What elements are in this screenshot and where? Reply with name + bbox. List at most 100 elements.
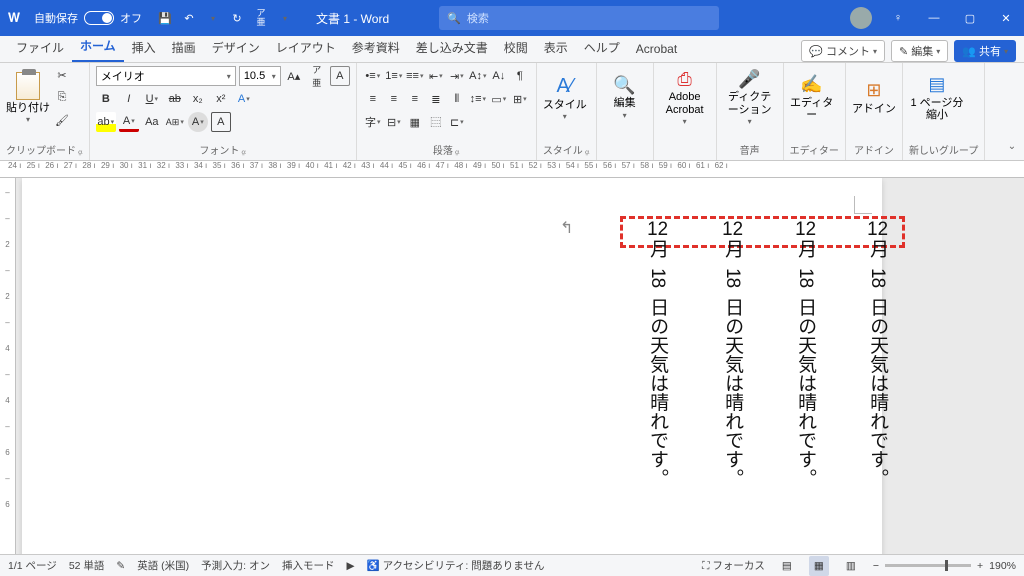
- multilevel-icon[interactable]: ≡≡: [405, 66, 425, 86]
- redo-icon[interactable]: ↻: [228, 9, 246, 27]
- search-box[interactable]: 🔍 検索: [439, 6, 719, 30]
- tab-review[interactable]: 校閲: [496, 33, 536, 62]
- undo-icon[interactable]: ↶: [180, 9, 198, 27]
- status-mode[interactable]: 挿入モード: [282, 558, 335, 573]
- tab-home[interactable]: ホーム: [72, 31, 124, 62]
- char-scale-icon[interactable]: ⊏: [447, 112, 467, 132]
- status-macro-icon[interactable]: ▶: [347, 560, 355, 572]
- close-button[interactable]: ✕: [988, 0, 1024, 36]
- editor-button[interactable]: ✍ エディター: [790, 66, 834, 130]
- shading-icon[interactable]: ▭: [489, 89, 509, 109]
- tab-view[interactable]: 表示: [536, 33, 576, 62]
- zoom-out-icon[interactable]: −: [873, 560, 879, 572]
- vertical-text-icon[interactable]: ⊟: [384, 112, 404, 132]
- status-spellcheck-icon[interactable]: ✎: [116, 560, 125, 572]
- format-painter-icon[interactable]: 🖌: [52, 111, 72, 130]
- zoom-in-icon[interactable]: +: [977, 560, 983, 572]
- copy-icon[interactable]: ⎘: [52, 88, 72, 107]
- horizontal-ruler[interactable]: 24 ı25 ı26 ı27 ı28 ı29 ı30 ı31 ı32 ı33 ı…: [0, 161, 1024, 178]
- text-effects-icon[interactable]: A: [234, 89, 254, 109]
- editing-button[interactable]: 🔍 編集▾: [603, 66, 647, 130]
- borders-icon[interactable]: ⊞: [510, 89, 530, 109]
- combine-icon[interactable]: ⿳: [426, 112, 446, 132]
- bold-icon[interactable]: B: [96, 89, 116, 109]
- status-predict[interactable]: 予測入力: オン: [201, 558, 270, 573]
- line-spacing-icon[interactable]: ↕≡: [468, 89, 488, 109]
- tab-insert[interactable]: 挿入: [124, 33, 164, 62]
- font-color-icon[interactable]: A: [119, 112, 139, 132]
- numbering-icon[interactable]: 1≡: [384, 66, 404, 86]
- increase-indent-icon[interactable]: ⇥: [447, 66, 467, 86]
- view-print-icon[interactable]: ▦: [809, 556, 829, 576]
- align-right-icon[interactable]: ≡: [405, 89, 425, 109]
- save-icon[interactable]: 💾: [156, 9, 174, 27]
- bullets-icon[interactable]: •≡: [363, 66, 383, 86]
- minimize-button[interactable]: —: [916, 0, 952, 36]
- comments-button[interactable]: 💬コメント▾: [801, 40, 885, 62]
- sort-icon[interactable]: A↓: [489, 66, 509, 86]
- zoom-control[interactable]: − + 190%: [873, 560, 1016, 572]
- align-center-icon[interactable]: ≡: [384, 89, 404, 109]
- superscript-icon[interactable]: x²: [211, 89, 231, 109]
- subscript-icon[interactable]: x₂: [188, 89, 208, 109]
- view-read-icon[interactable]: ▤: [777, 556, 797, 576]
- collapse-ribbon-button[interactable]: ⌄: [1000, 63, 1024, 160]
- tab-design[interactable]: デザイン: [204, 33, 268, 62]
- tab-draw[interactable]: 描画: [164, 33, 204, 62]
- styles-button[interactable]: A⁄ スタイル▾: [543, 66, 587, 130]
- align-left-icon[interactable]: ≡: [363, 89, 383, 109]
- char-shading-icon[interactable]: A⊞: [165, 112, 185, 132]
- help-icon[interactable]: ♀: [880, 0, 916, 36]
- tab-file[interactable]: ファイル: [8, 33, 72, 62]
- tab-mailings[interactable]: 差し込み文書: [408, 33, 496, 62]
- shrink-page-button[interactable]: ▤ 1 ページ分縮小: [909, 66, 965, 130]
- phonetic-icon[interactable]: ア亜: [252, 9, 270, 27]
- status-focus[interactable]: ⛶ フォーカス: [702, 558, 765, 573]
- vertical-ruler[interactable]: ––2–2–4–4–6–6: [0, 178, 16, 554]
- view-web-icon[interactable]: ▥: [841, 556, 861, 576]
- align-justify-icon[interactable]: ≣: [426, 89, 446, 109]
- highlight-icon[interactable]: ab: [96, 112, 116, 132]
- tab-help[interactable]: ヘルプ: [576, 33, 628, 62]
- paste-button[interactable]: 貼り付け▾: [6, 66, 50, 130]
- grid-icon[interactable]: ▦: [405, 112, 425, 132]
- share-button[interactable]: 👥共有▾: [954, 40, 1016, 62]
- tab-acrobat[interactable]: Acrobat: [628, 36, 685, 62]
- change-case-icon[interactable]: Aa: [142, 112, 162, 132]
- tab-layout[interactable]: レイアウト: [268, 33, 344, 62]
- addin-button[interactable]: ⊞ アドイン: [852, 66, 896, 130]
- acrobat-button[interactable]: ⎙ Adobe Acrobat▾: [660, 66, 710, 130]
- maximize-button[interactable]: ▢: [952, 0, 988, 36]
- strikethrough-icon[interactable]: ab: [165, 89, 185, 109]
- distribute-icon[interactable]: ⫴: [447, 89, 467, 109]
- grow-font-icon[interactable]: A▴: [284, 66, 304, 86]
- undo-dropdown[interactable]: ▾: [204, 9, 222, 27]
- text-direction-icon[interactable]: A↕: [468, 66, 488, 86]
- shrink-font-icon[interactable]: ア亜: [307, 66, 327, 86]
- enclose-char-icon[interactable]: A: [188, 112, 208, 132]
- user-avatar[interactable]: [850, 7, 872, 29]
- decrease-indent-icon[interactable]: ⇤: [426, 66, 446, 86]
- document-title: 文書 1 - Word: [302, 10, 403, 27]
- tab-references[interactable]: 参考資料: [344, 33, 408, 62]
- autosave-toggle[interactable]: 自動保存 オフ: [28, 10, 148, 26]
- status-page[interactable]: 1/1 ページ: [8, 558, 57, 573]
- status-language[interactable]: 英語 (米国): [137, 558, 189, 573]
- dictate-button[interactable]: 🎤 ディクテーション▾: [723, 66, 777, 130]
- cut-icon[interactable]: ✂: [52, 66, 72, 85]
- italic-icon[interactable]: I: [119, 89, 139, 109]
- status-words[interactable]: 52 単語: [69, 558, 105, 573]
- char-border-icon[interactable]: A: [211, 112, 231, 132]
- font-name-selector[interactable]: メイリオ▾: [96, 66, 236, 86]
- font-size-selector[interactable]: 10.5▾: [239, 66, 281, 86]
- asian-layout-icon[interactable]: 字: [363, 112, 383, 132]
- zoom-slider[interactable]: [885, 564, 971, 567]
- zoom-level[interactable]: 190%: [989, 560, 1016, 572]
- clear-format-icon[interactable]: A: [330, 66, 350, 86]
- editing-mode-button[interactable]: ✎編集▾: [891, 40, 948, 62]
- status-a11y[interactable]: ♿ アクセシビリティ: 問題ありません: [367, 558, 545, 573]
- underline-icon[interactable]: U: [142, 89, 162, 109]
- qat-dropdown[interactable]: ▾: [276, 9, 294, 27]
- document-page[interactable]: ↰ 12月18日の天気は晴れです。 12月18日の天気は晴れです。 12月18日…: [22, 178, 882, 554]
- show-marks-icon[interactable]: ¶: [510, 66, 530, 86]
